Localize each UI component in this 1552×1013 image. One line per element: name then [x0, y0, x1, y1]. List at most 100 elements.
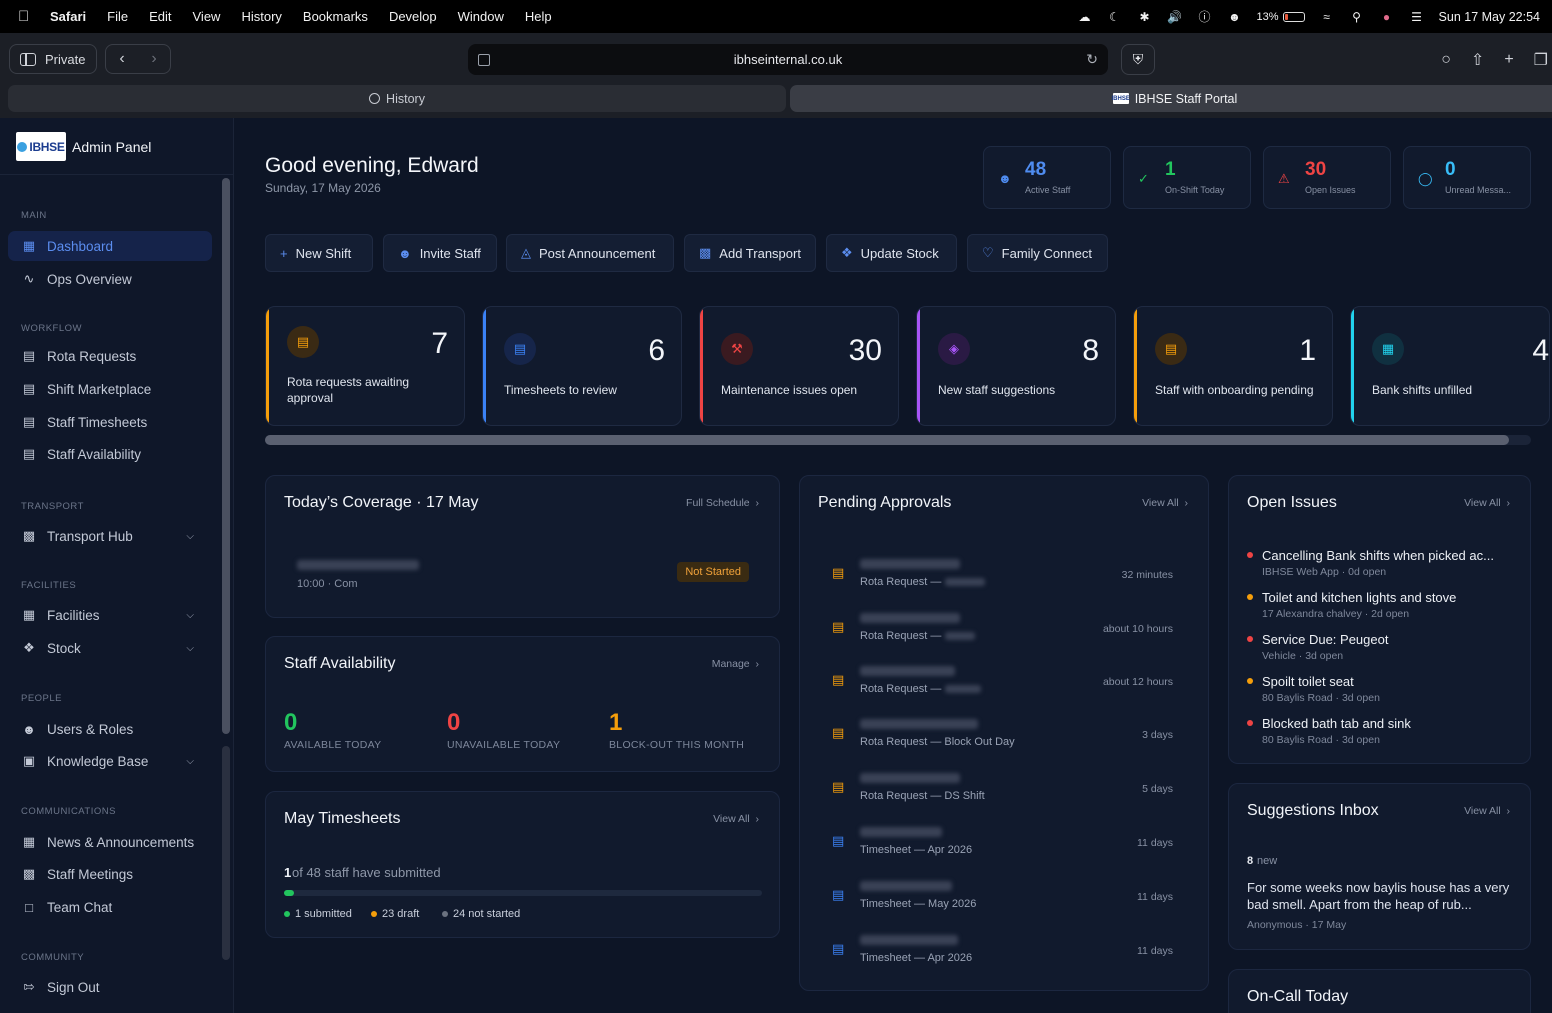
- chevron-down-icon[interactable]: ⌵: [186, 756, 194, 767]
- timesheets-view-all-link[interactable]: View All ›: [713, 813, 759, 825]
- menu-edit[interactable]: Edit: [149, 9, 171, 24]
- tab-history[interactable]: History: [8, 85, 786, 112]
- stat-active-staff[interactable]: ☻ 48 Active Staff: [983, 146, 1111, 209]
- privacy-shield-button[interactable]: ⛨: [1121, 44, 1155, 75]
- redacted-staff-name: [860, 719, 978, 729]
- kpi-suggestions[interactable]: ◈ 8 New staff suggestions: [916, 306, 1116, 426]
- menu-bookmarks[interactable]: Bookmarks: [303, 9, 368, 24]
- kpi-bank-shifts[interactable]: ▦ 4 Bank shifts unfilled: [1350, 306, 1550, 426]
- siri-icon[interactable]: ●: [1379, 10, 1395, 24]
- menu-window[interactable]: Window: [458, 9, 504, 24]
- stat-unread-messages[interactable]: ◯ 0 Unread Messa...: [1403, 146, 1531, 209]
- suggestions-view-all-link[interactable]: View All ›: [1464, 805, 1510, 817]
- kpi-timesheets[interactable]: ▤ 6 Timesheets to review: [482, 306, 682, 426]
- menu-file[interactable]: File: [107, 9, 128, 24]
- scrollbar-thumb[interactable]: [265, 435, 1509, 445]
- approval-row[interactable]: ▤ Rota Request — about 12 hours: [818, 666, 1183, 706]
- stat-open-issues[interactable]: ⚠ 30 Open Issues: [1263, 146, 1391, 209]
- address-bar[interactable]: ibhseinternal.co.uk ↻: [468, 44, 1108, 75]
- approval-time: 32 minutes: [1121, 569, 1173, 581]
- forward-button[interactable]: ›: [151, 50, 156, 68]
- approval-row[interactable]: ▤ Rota Request — about 10 hours: [818, 613, 1183, 653]
- redacted-staff-name: [860, 881, 952, 891]
- creative-cloud-icon[interactable]: ☁: [1077, 10, 1093, 24]
- sidebar-item-staff-meetings[interactable]: ▩ Staff Meetings: [8, 859, 212, 889]
- tab-overview-icon[interactable]: ❐: [1534, 50, 1548, 70]
- manage-link[interactable]: Manage ›: [712, 658, 759, 670]
- sidebar-item-users-roles[interactable]: ☻ Users & Roles: [8, 714, 212, 744]
- menu-develop[interactable]: Develop: [389, 9, 437, 24]
- full-schedule-link[interactable]: Full Schedule ›: [686, 497, 759, 509]
- approval-row[interactable]: ▤ Rota Request — DS Shift 5 days: [818, 773, 1183, 813]
- reload-icon[interactable]: ↻: [1086, 51, 1098, 68]
- sidebar-item-staff-availability[interactable]: ▤ Staff Availability: [8, 439, 212, 469]
- volume-icon[interactable]: 🔊: [1167, 10, 1183, 24]
- info-icon[interactable]: ⓘ: [1197, 10, 1213, 24]
- control-center-icon[interactable]: ☰: [1409, 10, 1425, 24]
- approval-row[interactable]: ▤ Timesheet — May 2026 11 days: [818, 881, 1183, 921]
- battery-indicator[interactable]: 13%: [1257, 11, 1305, 23]
- kpi-maintenance[interactable]: ⚒ 30 Maintenance issues open: [699, 306, 899, 426]
- kpi-rota-requests[interactable]: ▤ 7 Rota requests awaiting approval: [265, 306, 465, 426]
- tab-staff-portal[interactable]: IBHSE IBHSE Staff Portal: [790, 85, 1552, 112]
- menu-history[interactable]: History: [241, 9, 281, 24]
- back-button[interactable]: ‹: [119, 50, 124, 68]
- suggestion-text[interactable]: For some weeks now baylis house has a ve…: [1247, 879, 1515, 913]
- new-shift-button[interactable]: + New Shift: [265, 234, 373, 272]
- approval-row[interactable]: ▤ Timesheet — Apr 2026 11 days: [818, 827, 1183, 867]
- chevron-down-icon[interactable]: ⌵: [186, 610, 194, 621]
- brand[interactable]: IBHSE Admin Panel: [16, 132, 151, 161]
- sidebar-item-dashboard[interactable]: ▦ Dashboard: [8, 231, 212, 261]
- user-circle-icon[interactable]: ☻: [1227, 10, 1243, 24]
- moon-icon[interactable]: ☾: [1107, 10, 1123, 24]
- sidebar-item-facilities[interactable]: ▦ Facilities ⌵: [8, 600, 212, 630]
- kpi-label: Rota requests awaiting approval: [287, 375, 410, 405]
- approval-row[interactable]: ▤ Timesheet — Apr 2026 11 days: [818, 935, 1183, 975]
- logout-icon: ⇰: [23, 979, 35, 994]
- sidebar-toggle-button[interactable]: Private: [9, 44, 97, 74]
- approval-row[interactable]: ▤ Rota Request — Block Out Day 3 days: [818, 719, 1183, 759]
- chevron-down-icon[interactable]: ⌵: [186, 643, 194, 654]
- apple-icon[interactable]: : [18, 8, 36, 25]
- menu-view[interactable]: View: [193, 9, 221, 24]
- issues-view-all-link[interactable]: View All ›: [1464, 497, 1510, 509]
- extensions-icon[interactable]: ○: [1441, 51, 1451, 69]
- truck-icon: ▩: [22, 528, 36, 543]
- sidebar-item-ops-overview[interactable]: ∿ Ops Overview: [8, 264, 212, 294]
- family-connect-button[interactable]: ♡ Family Connect: [967, 234, 1108, 272]
- wifi-icon[interactable]: ≈: [1319, 10, 1335, 24]
- approval-time: 11 days: [1137, 945, 1173, 957]
- invite-staff-button[interactable]: ☻ Invite Staff: [383, 234, 497, 272]
- sidebar-item-transport-hub[interactable]: ▩ Transport Hub ⌵: [8, 521, 212, 551]
- sidebar-item-staff-timesheets[interactable]: ▤ Staff Timesheets: [8, 407, 212, 437]
- sidebar-item-team-chat[interactable]: □ Team Chat: [8, 892, 212, 922]
- page-settings-icon[interactable]: [478, 53, 490, 66]
- sidebar-item-news[interactable]: ▦ News & Announcements: [8, 827, 212, 857]
- sign-out-button[interactable]: ⇰ Sign Out: [8, 972, 212, 1002]
- sidebar-item-stock[interactable]: ❖ Stock ⌵: [8, 633, 212, 663]
- approvals-view-all-link[interactable]: View All ›: [1142, 497, 1188, 509]
- approval-row[interactable]: ▤ Rota Request — 32 minutes: [818, 559, 1183, 599]
- menu-help[interactable]: Help: [525, 9, 552, 24]
- spotlight-search-icon[interactable]: ⚲: [1349, 10, 1365, 24]
- sidebar-scrollbar[interactable]: [222, 178, 230, 734]
- new-tab-icon[interactable]: +: [1504, 51, 1513, 69]
- sidebar-item-rota-requests[interactable]: ▤ Rota Requests: [8, 341, 212, 371]
- sidebar-item-shift-marketplace[interactable]: ▤ Shift Marketplace: [8, 374, 212, 404]
- share-icon[interactable]: ⇧: [1471, 50, 1484, 70]
- menu-app[interactable]: Safari: [50, 9, 86, 24]
- stat-on-shift[interactable]: ✓ 1 On-Shift Today: [1123, 146, 1251, 209]
- kpi-horizontal-scrollbar[interactable]: [265, 435, 1531, 445]
- update-stock-button[interactable]: ❖ Update Stock: [826, 234, 957, 272]
- menu-clock[interactable]: Sun 17 May 22:54: [1439, 10, 1540, 24]
- post-announcement-button[interactable]: ◬ Post Announcement: [506, 234, 674, 272]
- bluetooth-icon[interactable]: ✱: [1137, 10, 1153, 24]
- chevron-down-icon[interactable]: ⌵: [186, 531, 194, 542]
- stat-label: Unread Messa...: [1445, 185, 1512, 195]
- kpi-onboarding[interactable]: ▤ 1 Staff with onboarding pending: [1133, 306, 1333, 426]
- add-transport-button[interactable]: ▩ Add Transport: [684, 234, 816, 272]
- box-icon: ❖: [23, 640, 35, 655]
- coverage-card: Today’s Coverage · 17 May Full Schedule …: [265, 475, 780, 618]
- sidebar-item-knowledge-base[interactable]: ▣ Knowledge Base ⌵: [8, 746, 212, 776]
- sidebar-item-label: Staff Timesheets: [47, 414, 148, 430]
